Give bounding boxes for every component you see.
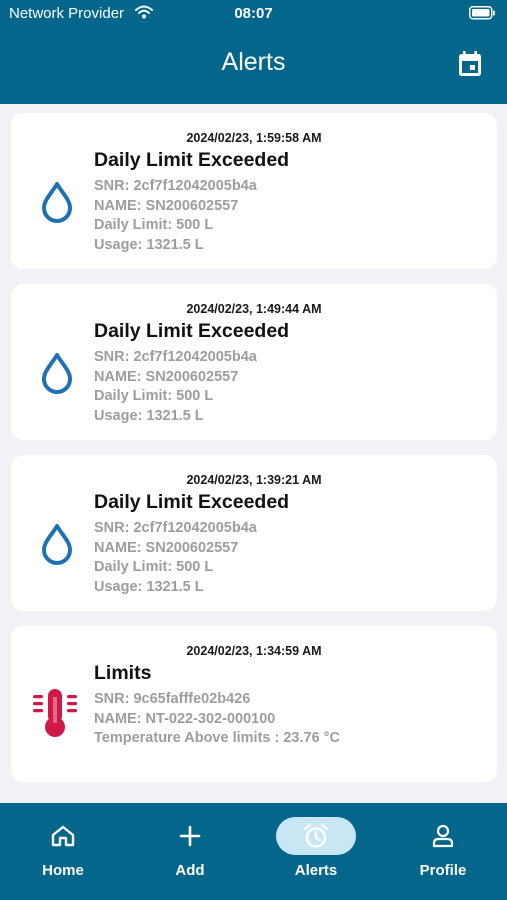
status-time: 08:07 (234, 5, 273, 22)
alert-detail-line: Usage: 1321.5 L (94, 236, 204, 253)
bottom-tab-bar: Home Add Alerts Profile (0, 803, 507, 900)
alert-card[interactable]: 2024/02/23, 1:39:21 AM Daily Limit Exceed… (11, 455, 497, 611)
alert-card[interactable]: 2024/02/23, 1:34:59 AM Limits SNR: 9c65faf… (11, 626, 497, 782)
alert-detail-line: Temperature Above limits : 23.76 °C (94, 730, 340, 747)
alert-details: SNR: 2cf7f12042005b4a NAME: SN200602557 Da… (94, 519, 257, 597)
tab-alerts[interactable]: Alerts (253, 803, 379, 900)
tab-label: Profile (419, 862, 467, 879)
tab-profile[interactable]: Profile (380, 803, 506, 900)
alert-detail-line: NAME: NT-022-302-000100 (94, 710, 276, 727)
tab-label: Add (175, 862, 205, 879)
alert-detail-line: SNR: 9c65fafffe02b426 (94, 691, 251, 707)
alert-detail-line: SNR: 2cf7f12042005b4a (94, 349, 257, 365)
alert-timestamp: 2024/02/23, 1:49:44 AM (186, 302, 322, 316)
calendar-button[interactable] (457, 50, 483, 78)
alert-title: Daily Limit Exceeded (94, 491, 290, 513)
alert-title: Daily Limit Exceeded (94, 149, 290, 171)
alert-detail-line: Daily Limit: 500 L (94, 388, 214, 405)
home-icon (23, 817, 103, 855)
alert-detail-line: NAME: SN200602557 (94, 539, 239, 556)
alert-card[interactable]: 2024/02/23, 1:49:44 AM Daily Limit Exceed… (11, 284, 497, 440)
tab-label: Alerts (294, 862, 338, 879)
alert-detail-line: NAME: SN200602557 (94, 197, 239, 214)
alert-timestamp: 2024/02/23, 1:34:59 AM (186, 644, 322, 658)
alert-detail-line: SNR: 2cf7f12042005b4a (94, 178, 257, 194)
tab-home[interactable]: Home (0, 803, 126, 900)
alert-detail-line: SNR: 2cf7f12042005b4a (94, 520, 257, 536)
person-icon (403, 817, 483, 855)
alert-title: Limits (94, 662, 152, 684)
alert-details: SNR: 2cf7f12042005b4a NAME: SN200602557 Da… (94, 348, 257, 426)
alert-detail-line: Usage: 1321.5 L (94, 578, 204, 595)
water-drop-icon (37, 522, 77, 566)
plus-icon (150, 817, 230, 855)
alert-detail-line: NAME: SN200602557 (94, 368, 239, 385)
alert-list: 2024/02/23, 1:59:58 AM Daily Limit Exceed… (11, 113, 497, 797)
water-drop-icon (37, 180, 77, 224)
alert-detail-line: Daily Limit: 500 L (94, 559, 214, 576)
alert-details: SNR: 9c65fafffe02b426 NAME: NT-022-302-00… (94, 690, 340, 749)
alert-detail-line: Daily Limit: 500 L (94, 217, 214, 234)
status-bar: Network Provider 08:07 (0, 0, 507, 28)
alert-title: Daily Limit Exceeded (94, 320, 290, 342)
alert-detail-line: Usage: 1321.5 L (94, 407, 204, 424)
alert-timestamp: 2024/02/23, 1:59:58 AM (186, 131, 322, 145)
battery-icon (469, 6, 496, 25)
alert-details: SNR: 2cf7f12042005b4a NAME: SN200602557 Da… (94, 177, 257, 255)
calendar-icon (457, 51, 483, 82)
alert-timestamp: 2024/02/23, 1:39:21 AM (186, 473, 322, 487)
alarm-clock-icon (276, 817, 356, 855)
alert-card[interactable]: 2024/02/23, 1:59:58 AM Daily Limit Exceed… (11, 113, 497, 269)
app-header: Network Provider 08:07 Alerts (0, 0, 507, 104)
tab-add[interactable]: Add (127, 803, 253, 900)
page-title: Alerts (221, 48, 286, 76)
water-drop-icon (37, 351, 77, 395)
tab-label: Home (42, 862, 84, 879)
thermometer-icon (31, 687, 77, 737)
